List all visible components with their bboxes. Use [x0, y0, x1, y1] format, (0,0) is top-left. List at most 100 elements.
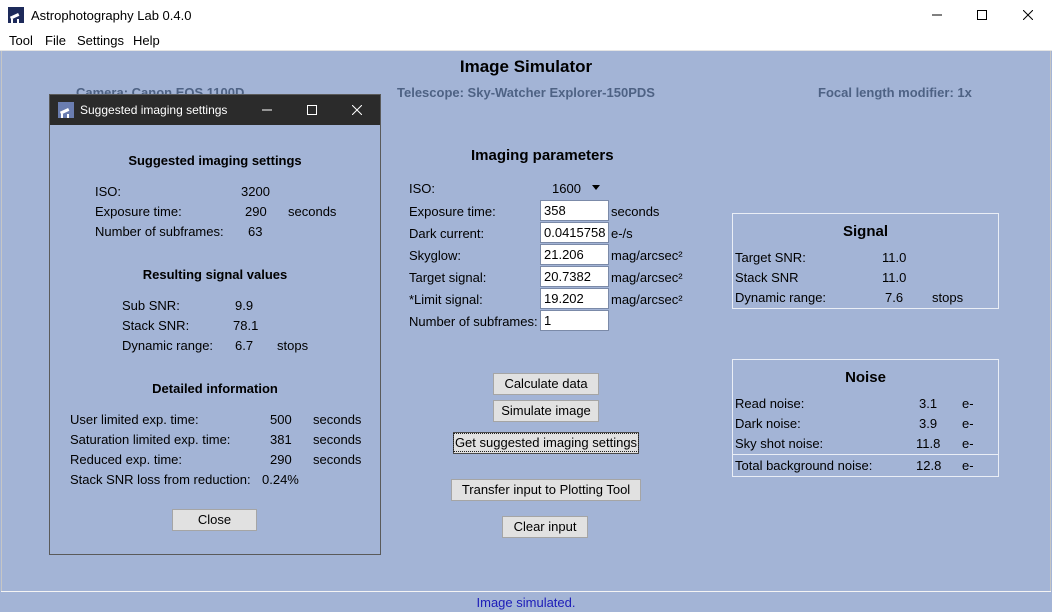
maximize-icon[interactable] [959, 0, 1005, 31]
skyglow-input[interactable]: 21.206 [540, 244, 609, 265]
reduced-exp-value: 290 [270, 452, 292, 467]
calculate-data-button[interactable]: Calculate data [493, 373, 599, 395]
dark-noise-label: Dark noise: [735, 416, 801, 431]
exposure-time-unit: seconds [611, 204, 660, 219]
minimize-icon[interactable] [244, 95, 290, 125]
menu-tool[interactable]: Tool [9, 33, 33, 48]
resulting-signal-heading: Resulting signal values [142, 267, 288, 282]
chevron-down-icon [592, 185, 600, 190]
close-icon[interactable] [334, 95, 380, 125]
suggested-subframes-value: 63 [248, 224, 263, 239]
suggested-settings-dialog: Suggested imaging settings Suggested ima… [49, 94, 381, 555]
limit-signal-unit: mag/arcsec² [611, 292, 683, 307]
skyglow-unit: mag/arcsec² [611, 248, 683, 263]
saturation-limited-value: 381 [270, 432, 292, 447]
detailed-information-heading: Detailed information [152, 381, 278, 396]
dark-current-label: Dark current: [409, 226, 485, 241]
noise-box: Noise Read noise: 3.1 e- Dark noise: 3.9… [732, 359, 999, 477]
saturation-limited-label: Saturation limited exp. time: [70, 432, 231, 447]
reduced-exp-unit: seconds [313, 452, 362, 467]
menu-settings[interactable]: Settings [77, 33, 124, 48]
total-noise-unit: e- [962, 458, 974, 473]
signal-heading: Signal [842, 223, 888, 240]
reduced-exp-label: Reduced exp. time: [70, 452, 183, 467]
snr-loss-label: Stack SNR loss from reduction: [70, 472, 251, 487]
dark-current-unit: e-/s [611, 226, 633, 241]
clear-input-button[interactable]: Clear input [502, 516, 588, 538]
suggested-settings-heading: Suggested imaging settings [128, 153, 302, 168]
target-snr-label: Target SNR: [735, 250, 806, 265]
status-text: Image simulated. [476, 595, 576, 610]
close-icon[interactable] [1005, 0, 1051, 31]
user-limited-value: 500 [270, 412, 292, 427]
exposure-time-input[interactable]: 358 [540, 200, 609, 221]
simulate-image-button[interactable]: Simulate image [493, 400, 599, 422]
sub-snr-label: Sub SNR: [122, 298, 180, 313]
skyglow-label: Skyglow: [409, 248, 462, 263]
stack-snr-value: 11.0 [882, 270, 907, 285]
suggested-exposure-label: Exposure time: [95, 204, 182, 219]
window-title: Astrophotography Lab 0.4.0 [31, 8, 192, 23]
noise-separator [733, 454, 998, 455]
target-signal-input[interactable]: 20.7382 [540, 266, 609, 287]
popup-dynamic-range-unit: stops [277, 338, 309, 353]
user-limited-label: User limited exp. time: [70, 412, 199, 427]
subframes-input[interactable]: 1 [540, 310, 609, 331]
dark-current-input[interactable]: 0.0415758 [540, 222, 609, 243]
menu-bar: Tool File Settings Help [0, 31, 1052, 51]
popup-stack-snr-value: 78.1 [233, 318, 259, 333]
read-noise-label: Read noise: [735, 396, 805, 411]
app-icon [8, 7, 24, 23]
iso-dropdown[interactable]: 1600 [550, 179, 606, 197]
target-signal-label: Target signal: [409, 270, 487, 285]
popup-dynamic-range-label: Dynamic range: [122, 338, 214, 353]
read-noise-value: 3.1 [919, 396, 938, 411]
sky-shot-noise-unit: e- [962, 436, 974, 451]
menu-file[interactable]: File [45, 33, 66, 48]
focal-modifier-info: Focal length modifier: 1x [818, 85, 972, 100]
dialog-title-bar: Suggested imaging settings [50, 95, 380, 125]
sky-shot-noise-label: Sky shot noise: [735, 436, 824, 451]
suggested-subframes-label: Number of subframes: [95, 224, 224, 239]
dynamic-range-value: 7.6 [885, 290, 904, 305]
dynamic-range-unit: stops [932, 290, 964, 305]
status-bar: Image simulated. [1, 591, 1051, 612]
noise-heading: Noise [845, 369, 886, 386]
read-noise-unit: e- [962, 396, 974, 411]
minimize-icon[interactable] [914, 0, 960, 31]
get-suggested-settings-button[interactable]: Get suggested imaging settings [452, 432, 640, 454]
maximize-icon[interactable] [289, 95, 335, 125]
target-snr-value: 11.0 [882, 250, 907, 265]
suggested-iso-value: 3200 [241, 184, 270, 199]
limit-signal-label: *Limit signal: [409, 292, 483, 307]
exposure-time-label: Exposure time: [409, 204, 496, 219]
popup-dynamic-range-value: 6.7 [235, 338, 254, 353]
snr-loss-value: 0.24% [262, 472, 299, 487]
iso-value: 1600 [552, 181, 581, 196]
dark-noise-unit: e- [962, 416, 974, 431]
app-icon [58, 102, 74, 118]
get-suggested-settings-label: Get suggested imaging settings [452, 433, 640, 452]
suggested-iso-label: ISO: [95, 184, 122, 199]
iso-label: ISO: [409, 181, 436, 196]
subframes-label: Number of subframes: [409, 314, 538, 329]
suggested-exposure-unit: seconds [288, 204, 337, 219]
sub-snr-value: 9.9 [235, 298, 254, 313]
signal-box: Signal Target SNR: 11.0 Stack SNR 11.0 D… [732, 213, 999, 309]
menu-help[interactable]: Help [133, 33, 160, 48]
limit-signal-input[interactable]: 19.202 [540, 288, 609, 309]
total-noise-value: 12.8 [916, 458, 942, 473]
close-button[interactable]: Close [172, 509, 257, 531]
imaging-parameters-heading: Imaging parameters [471, 147, 614, 164]
title-bar: Astrophotography Lab 0.4.0 [0, 0, 1052, 31]
transfer-to-plotting-button[interactable]: Transfer input to Plotting Tool [451, 479, 641, 501]
dynamic-range-label: Dynamic range: [735, 290, 827, 305]
target-signal-unit: mag/arcsec² [611, 270, 683, 285]
stack-snr-label: Stack SNR [735, 270, 799, 285]
suggested-exposure-value: 290 [245, 204, 267, 219]
dark-noise-value: 3.9 [919, 416, 938, 431]
dialog-title: Suggested imaging settings [80, 103, 228, 117]
user-limited-unit: seconds [313, 412, 362, 427]
telescope-info: Telescope: Sky-Watcher Explorer-150PDS [397, 85, 655, 100]
sky-shot-noise-value: 11.8 [916, 436, 941, 451]
